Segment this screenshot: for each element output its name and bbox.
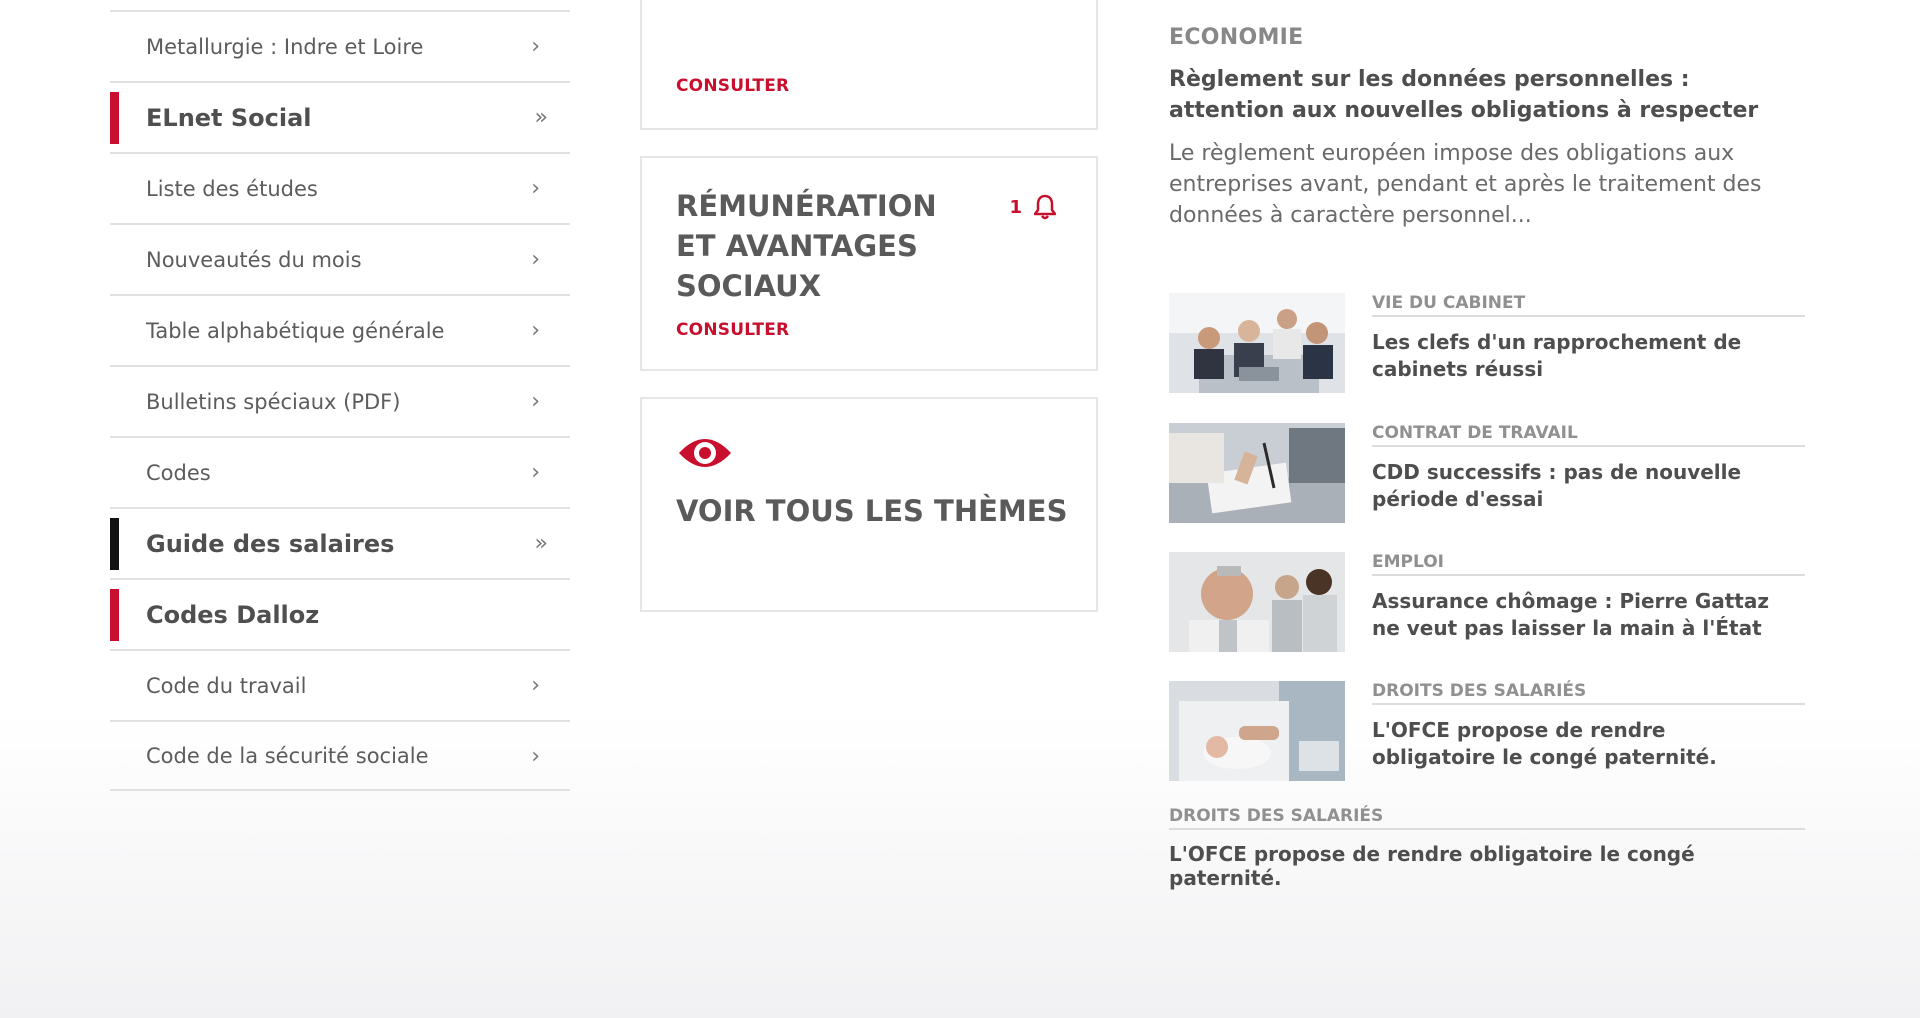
double-chevron-right-icon: » <box>534 531 548 556</box>
article-summary: Le règlement européen impose des obligat… <box>1169 141 1762 228</box>
section-marker <box>110 589 119 641</box>
news-title[interactable]: L'OFCE propose de rendre obligatoire le … <box>1169 842 1805 890</box>
menu-item-label: Table alphabétique générale <box>146 318 445 343</box>
menu-item-label: Code de la sécurité sociale <box>146 743 429 768</box>
section-marker <box>110 92 119 144</box>
menu-item-code-securite-sociale[interactable]: Code de la sécurité sociale › <box>110 720 570 791</box>
bell-icon <box>1034 194 1056 220</box>
news-thumbnail[interactable] <box>1169 423 1345 523</box>
chevron-right-icon: › <box>531 460 540 485</box>
menu-section-codes-dalloz[interactable]: Codes Dalloz <box>110 578 570 649</box>
menu-item-label: ELnet Social <box>146 103 312 132</box>
menu-item-liste-etudes[interactable]: Liste des études › <box>110 152 570 223</box>
article-category: ECONOMIE <box>1169 25 1304 50</box>
news-title[interactable]: Les clefs d'un rapprochement de cabinets… <box>1372 329 1782 383</box>
menu-item-codes[interactable]: Codes › <box>110 436 570 507</box>
menu-item-label: Code du travail <box>146 673 307 698</box>
chevron-right-icon: › <box>531 673 540 698</box>
news-item[interactable]: VIE DU CABINET Les clefs d'un rapprochem… <box>1169 293 1805 393</box>
eye-icon <box>679 439 731 467</box>
news-thumbnail[interactable] <box>1169 293 1345 393</box>
menu-item-table-alphabetique[interactable]: Table alphabétique générale › <box>110 294 570 365</box>
news-item[interactable]: DROITS DES SALARIÉS L'OFCE propose de re… <box>1169 681 1805 781</box>
article-title[interactable]: Règlement sur les données personnelles :… <box>1169 64 1809 126</box>
card-title: RÉMUNÉRATION ET AVANTAGES SOCIAUX <box>676 189 937 303</box>
news-thumbnail[interactable] <box>1169 552 1345 652</box>
news-title[interactable]: Assurance chômage : Pierre Gattaz ne veu… <box>1372 588 1782 642</box>
news-category: DROITS DES SALARIÉS <box>1372 681 1805 705</box>
consult-link[interactable]: CONSULTER <box>676 320 789 340</box>
section-marker <box>110 518 119 570</box>
double-chevron-right-icon: » <box>534 105 548 130</box>
notification-count: 1 <box>1009 196 1022 218</box>
menu-item-label: Codes <box>146 460 211 485</box>
left-menu: Metallurgie : Indre et Loire › ELnet Soc… <box>110 10 570 791</box>
menu-item-label: Nouveautés du mois <box>146 247 362 272</box>
chevron-right-icon: › <box>531 318 540 343</box>
featured-article[interactable]: ECONOMIE Règlement sur les données perso… <box>1169 25 1809 231</box>
theme-card-remuneration[interactable]: RÉMUNÉRATION ET AVANTAGES SOCIAUX 1 CONS… <box>640 156 1098 371</box>
card-title: VOIR TOUS LES THÈMES <box>676 494 1068 528</box>
menu-item-label: Bulletins spéciaux (PDF) <box>146 389 401 414</box>
news-item-text-only[interactable]: DROITS DES SALARIÉS L'OFCE propose de re… <box>1169 806 1805 890</box>
news-category: VIE DU CABINET <box>1372 293 1805 317</box>
chevron-right-icon: › <box>531 34 540 59</box>
news-thumbnail[interactable] <box>1169 681 1345 781</box>
chevron-right-icon: › <box>531 176 540 201</box>
notification-badge[interactable]: 1 <box>1009 194 1056 220</box>
news-item[interactable]: CONTRAT DE TRAVAIL CDD successifs : pas … <box>1169 423 1805 523</box>
chevron-right-icon: › <box>531 744 540 769</box>
news-category: DROITS DES SALARIÉS <box>1169 806 1805 830</box>
news-title[interactable]: L'OFCE propose de rendre obligatoire le … <box>1372 717 1782 771</box>
news-item[interactable]: EMPLOI Assurance chômage : Pierre Gattaz… <box>1169 552 1805 652</box>
menu-item-bulletins-speciaux[interactable]: Bulletins spéciaux (PDF) › <box>110 365 570 436</box>
menu-section-elnet-social[interactable]: ELnet Social » <box>110 81 570 152</box>
menu-item-metallurgie[interactable]: Metallurgie : Indre et Loire › <box>110 10 570 81</box>
menu-item-label: Liste des études <box>146 176 318 201</box>
news-category: CONTRAT DE TRAVAIL <box>1372 423 1805 447</box>
chevron-right-icon: › <box>531 247 540 272</box>
theme-card-all-themes[interactable]: VOIR TOUS LES THÈMES <box>640 397 1098 612</box>
menu-item-code-travail[interactable]: Code du travail › <box>110 649 570 720</box>
menu-item-nouveautes[interactable]: Nouveautés du mois › <box>110 223 570 294</box>
news-title[interactable]: CDD successifs : pas de nouvelle période… <box>1372 459 1782 513</box>
menu-item-label: Codes Dalloz <box>146 600 320 629</box>
menu-item-label: Metallurgie : Indre et Loire <box>146 34 424 59</box>
menu-item-label: Guide des salaires <box>146 529 395 558</box>
menu-section-guide-salaires[interactable]: Guide des salaires » <box>110 507 570 578</box>
chevron-right-icon: › <box>531 389 540 414</box>
theme-card-top: CONSULTER <box>640 0 1098 130</box>
news-category: EMPLOI <box>1372 552 1805 576</box>
consult-link[interactable]: CONSULTER <box>676 76 789 96</box>
